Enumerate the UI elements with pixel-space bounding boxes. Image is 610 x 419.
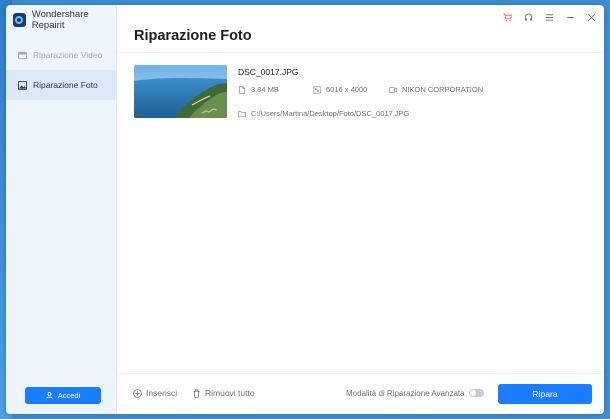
file-path-value: C:/Users/Martina/Desktop/Foto/DSC_0017.J… xyxy=(251,109,410,118)
sidebar-item-photo-repair[interactable]: Riparazione Foto xyxy=(6,70,117,100)
repair-button[interactable]: Ripara xyxy=(498,384,592,404)
login-button[interactable]: Accedi xyxy=(25,387,101,404)
main-panel: Riparazione Foto DSC_0017.JPG 3.84 MB 60… xyxy=(117,5,604,414)
sidebar-item-video-repair[interactable]: Riparazione Video xyxy=(6,40,117,70)
app-title: Wondershare Repairit xyxy=(31,9,89,31)
cart-icon xyxy=(502,12,512,21)
file-icon xyxy=(239,85,246,94)
titlebar-controls xyxy=(502,11,596,23)
remove-all-button[interactable]: Rimuovi tutto xyxy=(192,388,255,398)
file-size-value: 3.84 MB xyxy=(251,85,279,94)
minimize-icon xyxy=(566,16,574,18)
app-logo-icon xyxy=(13,13,26,27)
camera-model-value: NIKON CORPORATION xyxy=(402,85,484,94)
footer-bar: Inserisci Rimuovi tutto Modalità di Ripa… xyxy=(117,373,604,414)
file-name: DSC_0017.JPG xyxy=(238,67,299,77)
photo-icon xyxy=(18,80,27,90)
remove-all-label: Rimuovi tutto xyxy=(205,388,255,398)
camera-icon xyxy=(389,86,397,93)
resolution-icon xyxy=(313,85,321,94)
plus-circle-icon xyxy=(133,388,142,398)
file-metadata: 3.84 MB 6016 x 4000 NIKON CORPORATION xyxy=(238,85,483,94)
file-dimensions-value: 6016 x 4000 xyxy=(326,85,368,94)
login-label: Accedi xyxy=(57,391,81,400)
file-path: C:/Users/Martina/Desktop/Foto/DSC_0017.J… xyxy=(238,109,409,118)
support-button[interactable] xyxy=(523,12,533,22)
photo-thumbnail[interactable] xyxy=(134,65,227,118)
add-file-label: Inserisci xyxy=(146,388,178,398)
app-window: Wondershare Repairit Riparazione Video R… xyxy=(6,5,604,414)
landscape-image xyxy=(134,65,227,118)
menu-icon xyxy=(545,13,553,21)
page-title: Riparazione Foto xyxy=(134,28,252,44)
advanced-mode-toggle[interactable] xyxy=(469,389,484,397)
add-file-button[interactable]: Inserisci xyxy=(133,388,177,398)
close-button[interactable] xyxy=(586,12,596,22)
sidebar-item-label: Riparazione Video xyxy=(33,50,103,60)
camera-model: NIKON CORPORATION xyxy=(389,85,483,94)
close-icon xyxy=(587,13,595,21)
sidebar-item-label: Riparazione Foto xyxy=(33,80,98,90)
sidebar-nav: Riparazione Video Riparazione Foto xyxy=(6,40,117,100)
folder-icon xyxy=(238,110,246,117)
video-icon xyxy=(18,51,27,59)
trash-icon xyxy=(193,388,200,398)
app-brand: Wondershare Repairit xyxy=(13,9,116,31)
file-dimensions: 6016 x 4000 xyxy=(313,85,389,94)
file-size: 3.84 MB xyxy=(238,85,313,94)
minimize-button[interactable] xyxy=(565,12,575,22)
advanced-mode-label: Modalità di Riparazione Avanzata xyxy=(346,389,465,398)
divider xyxy=(117,52,604,53)
sidebar: Wondershare Repairit Riparazione Video R… xyxy=(6,5,117,414)
cart-button[interactable] xyxy=(502,12,512,22)
user-icon xyxy=(46,392,53,399)
menu-button[interactable] xyxy=(544,12,554,22)
file-item[interactable]: DSC_0017.JPG 3.84 MB 6016 x 4000 NIKON C… xyxy=(134,65,594,121)
headset-icon xyxy=(524,13,532,21)
